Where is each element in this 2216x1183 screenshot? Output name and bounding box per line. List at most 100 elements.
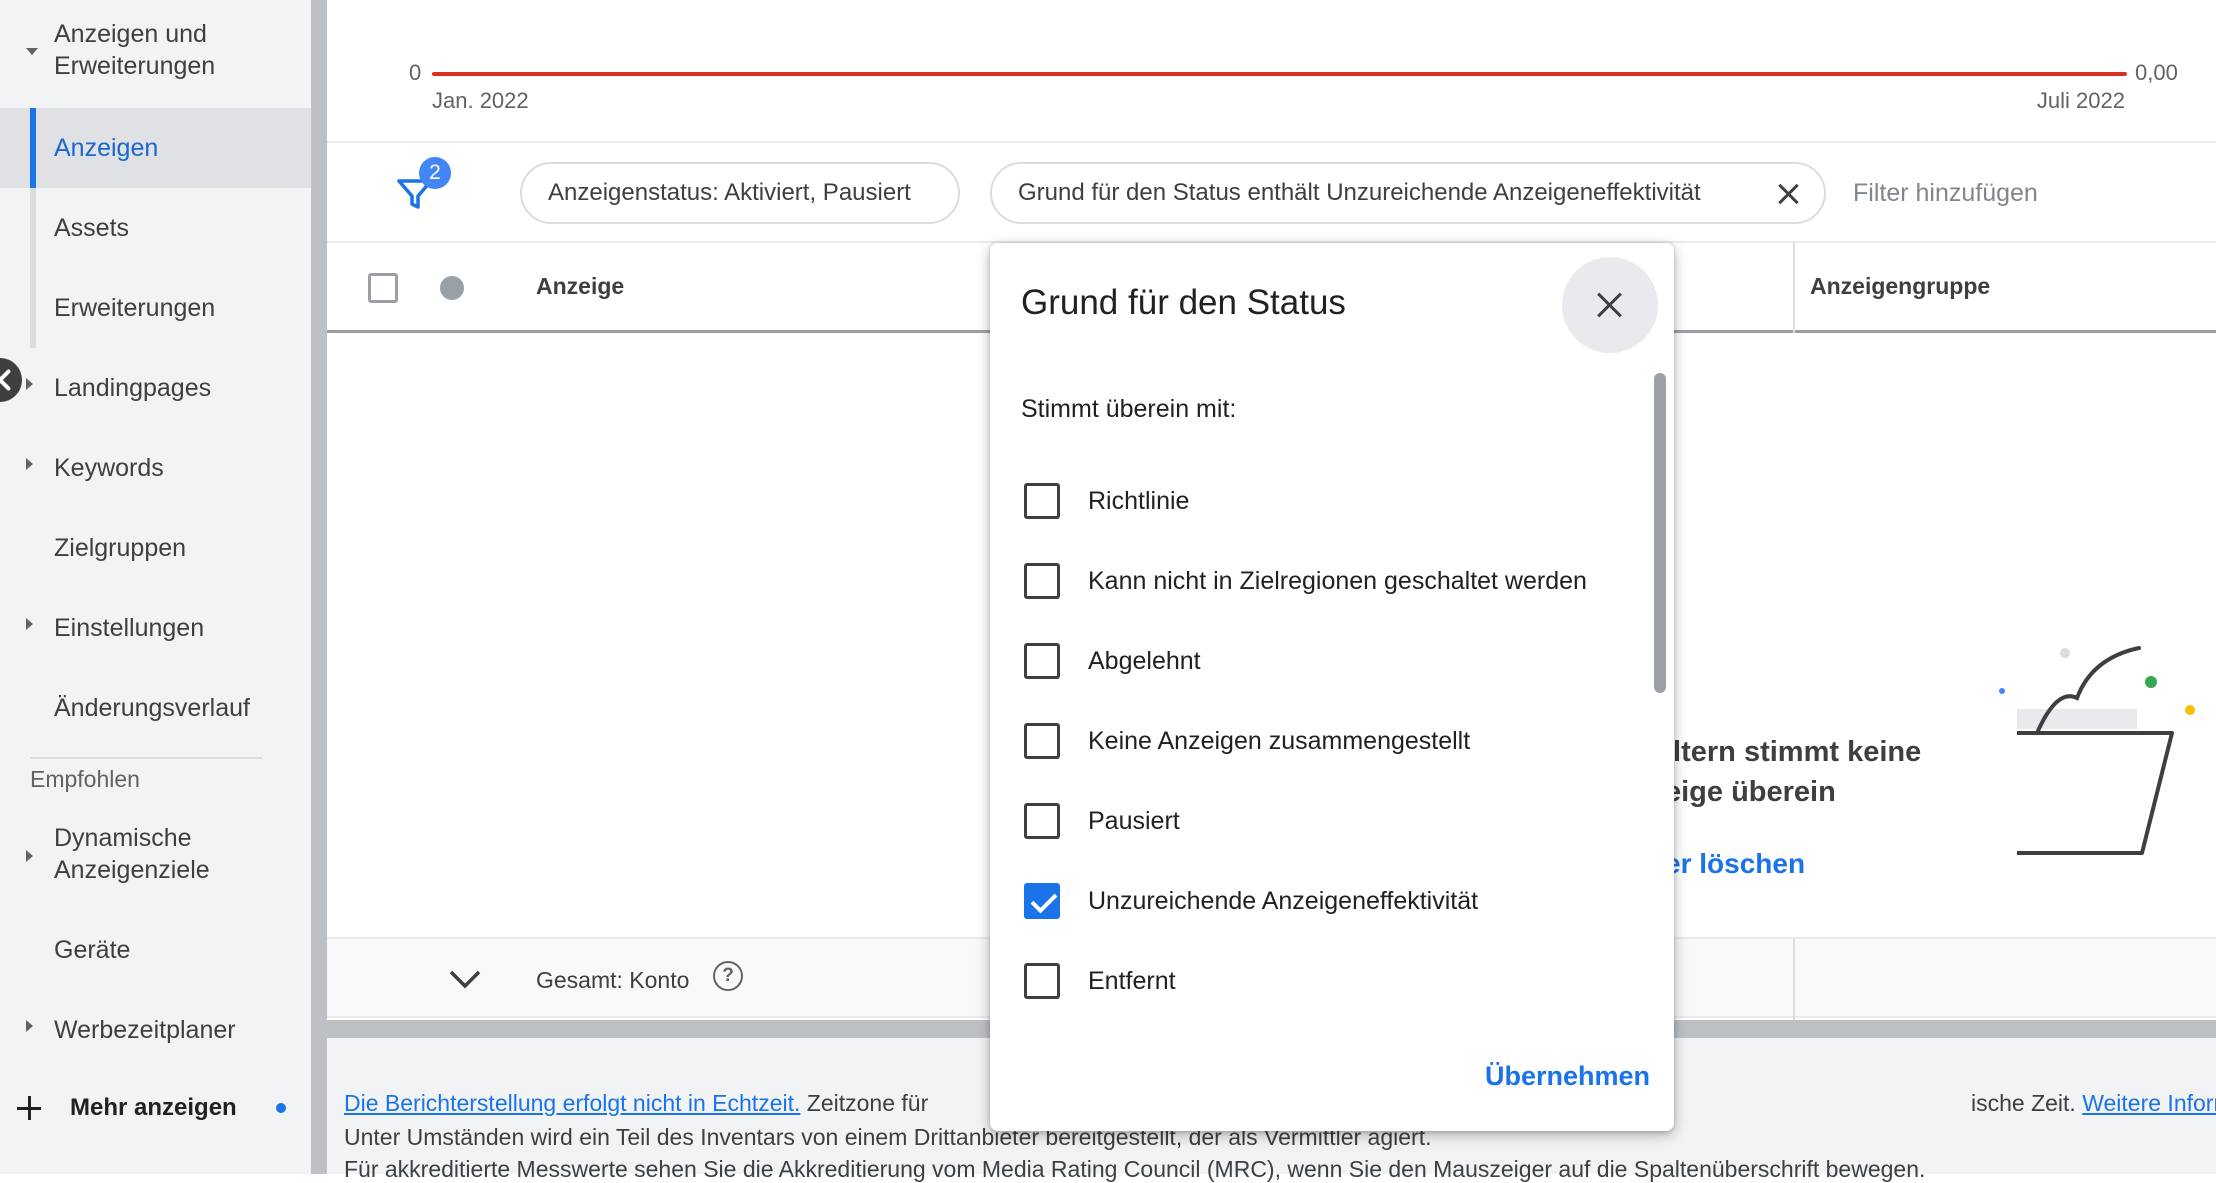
close-icon[interactable]	[1562, 257, 1658, 353]
remove-filter-icon[interactable]	[1776, 182, 1800, 206]
dialog-title: Grund für den Status	[1021, 283, 1346, 322]
status-reason-filter-dialog: Grund für den Status Stimmt überein mit:…	[990, 243, 1674, 1131]
x-axis-end-label: Juli 2022	[2036, 88, 2125, 113]
column-header-anzeige[interactable]: Anzeige	[536, 273, 624, 300]
sidebar-divider[interactable]	[311, 0, 327, 1174]
checkbox[interactable]	[1024, 723, 1060, 759]
footer-line-1-end: ische Zeit. Weitere Informationen	[1971, 1090, 2216, 1117]
filter-bar: 2 Anzeigenstatus: Aktiviert, Pausiert Gr…	[327, 143, 2216, 243]
sidebar-item-label: Dynamische Anzeigenziele	[54, 824, 210, 884]
filter-chip-label: Grund für den Status enthält Unzureichen…	[1018, 179, 1701, 206]
expand-chevron-icon[interactable]	[447, 961, 483, 997]
checkbox[interactable]	[1024, 803, 1060, 839]
option-richtlinie[interactable]: Richtlinie	[1024, 481, 1189, 521]
option-label: Entfernt	[1088, 966, 1176, 995]
performance-chart: 0 0,00 Jan. 2022 Juli 2022	[327, 0, 2216, 143]
select-all-checkbox[interactable]	[368, 273, 398, 303]
dialog-subtitle: Stimmt überein mit:	[1021, 395, 1237, 423]
x-axis-start-label: Jan. 2022	[432, 88, 529, 113]
option-label: Kann nicht in Zielregionen geschaltet we…	[1088, 566, 1587, 595]
column-divider	[1793, 939, 1795, 1020]
sidebar-item-landingpages[interactable]: Landingpages	[0, 348, 311, 428]
option-unzureichende-effektivitaet[interactable]: Unzureichende Anzeigeneffektivität	[1024, 881, 1478, 921]
checkbox-checked[interactable]	[1024, 883, 1060, 919]
option-zielregionen[interactable]: Kann nicht in Zielregionen geschaltet we…	[1024, 561, 1587, 601]
checkbox[interactable]	[1024, 483, 1060, 519]
more-button[interactable]: Mehr anzeigen	[14, 1088, 299, 1128]
footer-text: ische Zeit.	[1971, 1090, 2076, 1116]
sidebar-item-label: Landingpages	[54, 374, 212, 402]
chevron-right-icon	[26, 458, 33, 470]
help-icon[interactable]: ?	[713, 961, 743, 991]
checkbox[interactable]	[1024, 963, 1060, 999]
more-button-label: Mehr anzeigen	[70, 1094, 237, 1121]
plus-icon	[14, 1093, 44, 1123]
sidebar-nav: Anzeigen und Erweiterungen Anzeigen Asse…	[0, 0, 311, 1174]
chart-series-line	[432, 72, 2127, 76]
sidebar-item-label: Anzeigen und Erweiterungen	[54, 20, 216, 80]
clear-filters-link[interactable]: er löschen	[1665, 848, 1805, 880]
sidebar-item-label: Änderungsverlauf	[54, 694, 250, 722]
filter-chip-statusgrund[interactable]: Grund für den Status enthält Unzureichen…	[990, 162, 1826, 224]
sidebar-item-anzeigen[interactable]: Anzeigen	[0, 108, 311, 188]
sidebar-item-assets[interactable]: Assets	[0, 188, 311, 268]
sidebar-item-anzeigen-und-erweiterungen[interactable]: Anzeigen und Erweiterungen	[0, 14, 311, 86]
chevron-down-icon	[26, 48, 38, 55]
sidebar-item-label: Assets	[54, 214, 130, 242]
option-label: Abgelehnt	[1088, 646, 1201, 675]
y-axis-right-label: 0,00	[2135, 60, 2178, 85]
option-list: Richtlinie Kann nicht in Zielregionen ge…	[990, 443, 1650, 1023]
status-column-icon[interactable]	[440, 276, 464, 300]
empty-state-heading-2: eige überein	[1665, 776, 1836, 808]
sidebar-item-keywords[interactable]: Keywords	[0, 428, 311, 508]
chevron-right-icon	[26, 1020, 33, 1032]
sidebar-item-label: Werbezeitplaner	[54, 1016, 236, 1044]
option-label: Pausiert	[1088, 806, 1180, 835]
empty-state-heading: iltern stimmt keine	[1665, 736, 1922, 768]
dialog-scrollbar[interactable]	[1654, 373, 1666, 693]
option-label: Unzureichende Anzeigeneffektivität	[1088, 886, 1479, 915]
sidebar-item-aenderungsverlauf[interactable]: Änderungsverlauf	[0, 668, 311, 748]
footer-line-1: Die Berichterstellung erfolgt nicht in E…	[344, 1090, 928, 1117]
sidebar-item-label: Erweiterungen	[54, 294, 216, 322]
section-divider	[30, 757, 262, 759]
apply-button[interactable]: Übernehmen	[1485, 1061, 1650, 1092]
footer-line-3: Für akkreditierte Messwerte sehen Sie di…	[344, 1156, 1926, 1182]
sidebar-item-zielgruppen[interactable]: Zielgruppen	[0, 508, 311, 588]
chevron-right-icon	[26, 618, 33, 630]
option-label: Keine Anzeigen zusammengestellt	[1088, 726, 1471, 755]
checkbox[interactable]	[1024, 563, 1060, 599]
sidebar-item-dynamische-anzeigenziele[interactable]: Dynamische Anzeigenziele	[0, 818, 311, 894]
total-label: Gesamt: Konto	[536, 967, 690, 993]
sidebar-item-label: Geräte	[54, 936, 131, 964]
chevron-right-icon	[26, 378, 33, 390]
footer-text: Zeitzone für	[806, 1090, 929, 1116]
add-filter-input[interactable]: Filter hinzufügen	[1853, 179, 2038, 208]
filter-chip-label: Anzeigenstatus: Aktiviert, Pausiert	[548, 179, 911, 206]
filter-chip-anzeigenstatus[interactable]: Anzeigenstatus: Aktiviert, Pausiert	[520, 162, 960, 224]
notification-dot	[276, 1103, 286, 1113]
option-entfernt[interactable]: Entfernt	[1024, 961, 1176, 1001]
reporting-info-link[interactable]: Die Berichterstellung erfolgt nicht in E…	[344, 1090, 800, 1116]
sidebar-item-geraete[interactable]: Geräte	[0, 910, 311, 990]
y-axis-left-label: 0	[409, 60, 422, 85]
sidebar-item-einstellungen[interactable]: Einstellungen	[0, 588, 311, 668]
option-keine-anzeigen[interactable]: Keine Anzeigen zusammengestellt	[1024, 721, 1470, 761]
sidebar-item-label: Keywords	[54, 454, 164, 482]
checkbox[interactable]	[1024, 643, 1060, 679]
option-label: Richtlinie	[1088, 486, 1190, 515]
option-pausiert[interactable]: Pausiert	[1024, 801, 1180, 841]
sidebar-item-label: Zielgruppen	[54, 534, 187, 562]
sidebar-item-label: Anzeigen	[54, 134, 159, 162]
option-abgelehnt[interactable]: Abgelehnt	[1024, 641, 1201, 681]
section-label-empfohlen: Empfohlen	[30, 766, 140, 792]
sidebar-item-werbezeitplaner[interactable]: Werbezeitplaner	[0, 990, 311, 1070]
sidebar-item-label: Einstellungen	[54, 614, 205, 642]
chevron-right-icon	[26, 850, 33, 862]
active-indicator	[30, 108, 36, 188]
column-divider	[1793, 243, 1795, 333]
sidebar-item-erweiterungen[interactable]: Erweiterungen	[0, 268, 311, 348]
column-header-anzeigengruppe[interactable]: Anzeigengruppe	[1810, 273, 1990, 300]
more-info-link[interactable]: Weitere Informationen	[2082, 1090, 2216, 1116]
empty-folder-illustration	[1999, 646, 2195, 855]
